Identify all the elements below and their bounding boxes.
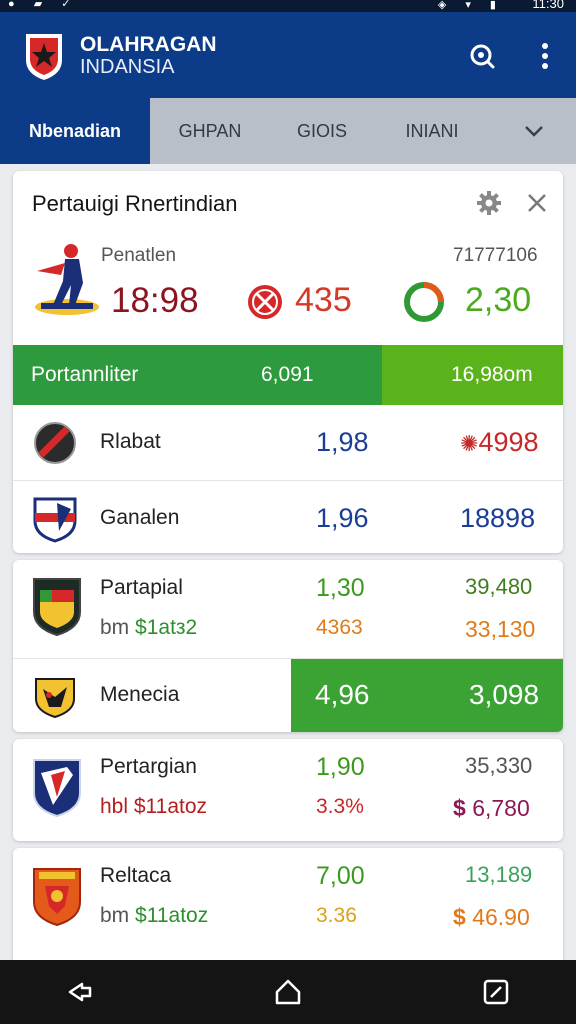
app-logo [26,34,62,80]
team-value-1: 7,00 [316,862,365,890]
mask-shield-icon [35,678,75,719]
tab-iniani[interactable]: INIANI [386,98,478,164]
team-value-1: 1,90 [316,753,365,781]
team-value-4-text: 46.90 [472,904,530,930]
search-icon[interactable] [466,40,498,72]
team-value-2: 4363 [316,616,363,639]
status-right-icons: ◈ ▾ ▮ [437,0,504,11]
status-time: 11:30 [532,0,564,11]
list-item[interactable]: Ganalen 1,96 18898 [13,480,563,553]
highlight-label: Portannliter [31,363,139,386]
team-card[interactable]: Reltaca bm $11atoz 7,00 3.36 13,189 $ 46… [13,848,563,968]
team-value-4: 33,130 [465,616,536,642]
app-title-line1: OLAHRAGAN [80,33,217,56]
recent-apps-icon[interactable] [480,976,512,1008]
team-shield-icon [33,497,77,543]
status-bar: ● ▰ ✓ ◈ ▾ ▮ 11:30 [0,0,576,12]
sub-row-value-2: 3,098 [469,679,540,710]
team-value-4: $ 46.90 [453,904,530,931]
currency-symbol: $ [453,795,466,821]
team-sub-amount: $11atoz [133,795,208,818]
team-name: Reltaca [100,864,172,887]
sub-row-value-1: 4,96 [315,679,370,710]
row-value-secondary: 18898 [460,503,536,533]
tab-giois[interactable]: GIOIS [276,98,368,164]
row-value: 1,96 [316,503,369,533]
list-item[interactable]: Rlabat 1,98 ✺4998 [13,405,563,479]
team-crest-icon [33,868,81,927]
tab-ghpan[interactable]: GHPAN [160,98,260,164]
home-icon[interactable] [272,976,304,1008]
team-name: Pertargian [100,755,197,778]
system-nav-bar [0,960,576,1024]
row-name: Ganalen [100,506,180,529]
ball-icon [248,285,282,319]
match-id: 71777106 [453,245,538,266]
gear-icon[interactable] [475,189,503,217]
player-emblem [35,244,99,315]
team-card[interactable]: Pertargian hbl $11atoz 1,90 3.3% 35,330 … [13,739,563,841]
team-sub-prefix: hbl [100,795,129,818]
highlight-mid-value: 6,091 [261,363,314,386]
team-sub: hbl $11atoz [100,795,207,819]
team-crest-icon [33,578,81,637]
mascot-icon: ✺ [460,431,479,456]
target-ring-icon [404,282,444,322]
match-sub-label: Penatlen [101,245,177,266]
sub-row-name: Menecia [100,683,180,706]
team-value-4-text: 6,780 [472,795,530,821]
more-menu-icon[interactable] [530,40,560,72]
team-value-3: 13,189 [465,862,533,887]
row-value: 1,98 [316,427,369,457]
mid-score: 435 [295,281,352,319]
team-sub-prefix: bm [100,616,130,639]
list-item[interactable]: Menecia 4,96 3,098 [13,658,563,732]
back-icon[interactable] [64,976,96,1008]
main-score: 18:98 [111,281,199,320]
currency-symbol: $ [453,904,466,930]
app-title-line2: INDANSIA [80,56,175,78]
team-value-3: 35,330 [465,753,533,778]
card-title: Pertauigi Rnertindian [32,191,238,216]
right-score: 2,30 [465,281,532,319]
team-value-3: 39,480 [465,574,533,599]
highlight-right-value: 16,98om [451,363,533,386]
team-value-2: 3.3% [316,795,364,818]
team-sub-prefix: bm [100,904,130,927]
team-value-2: 3.36 [316,904,357,927]
team-sub-amount: $1atз2 [135,616,198,639]
tab-nbenadian[interactable]: Nbenadian [0,98,150,164]
team-crest-icon [33,759,81,818]
tab-bar: Nbenadian GHPAN GIOIS INIANI [0,98,576,164]
app-title: OLAHRAGAN INDANSIA [80,33,217,79]
striped-ball-icon [34,422,76,464]
row-value-secondary-text: 4998 [478,427,539,457]
team-sub: bm $1atз2 [100,616,197,640]
team-value-1: 1,30 [316,574,365,602]
highlight-bar[interactable]: Portannliter 6,091 16,98om [13,345,563,405]
row-name: Rlabat [100,430,161,453]
team-sub: bm $11atoz [100,904,208,928]
app-bar: OLAHRAGAN INDANSIA [0,12,576,98]
match-card-main[interactable]: Pertauigi Rnertindian Penatlen 71777106 … [13,171,563,553]
team-sub-amount: $11atoz [135,904,209,927]
team-value-4: $ 6,780 [453,795,530,822]
team-name: Partapial [100,576,183,599]
close-icon[interactable] [523,189,551,217]
chevron-down-icon[interactable] [514,117,554,145]
team-card[interactable]: Partapial bm $1atз2 1,30 4363 39,480 33,… [13,560,563,732]
status-left-icons: ● ▰ ✓ [8,0,79,10]
row-value-secondary: ✺4998 [460,427,539,458]
